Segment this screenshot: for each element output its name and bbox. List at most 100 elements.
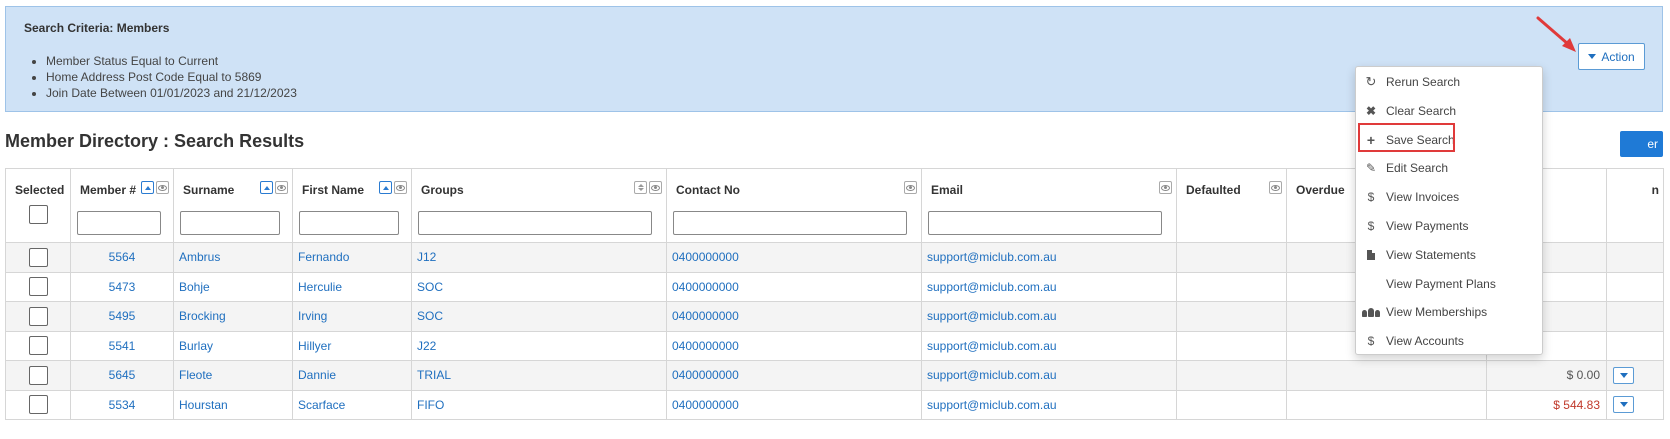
defaulted-cell [1176, 330, 1287, 361]
eye-icon[interactable] [1159, 181, 1172, 194]
row-checkbox[interactable] [29, 277, 48, 297]
first-name-link[interactable]: Fernando [292, 242, 412, 273]
email-link[interactable]: support@miclub.com.au [921, 301, 1177, 332]
menu-item-view-invoices[interactable]: $ View Invoices [1356, 185, 1542, 209]
row-action-cell [1606, 389, 1664, 420]
surname-link[interactable]: Ambrus [173, 242, 293, 273]
menu-item-edit-search[interactable]: ✎ Edit Search [1356, 156, 1542, 180]
menu-item-view-payment-plans[interactable]: View Payment Plans [1356, 272, 1542, 296]
menu-item-view-payments[interactable]: $ View Payments [1356, 214, 1542, 238]
menu-item-label: View Invoices [1386, 190, 1460, 205]
row-select-cell [5, 360, 71, 391]
surname-link[interactable]: Burlay [173, 330, 293, 361]
contact-link[interactable]: 0400000000 [666, 301, 922, 332]
row-action-cell [1606, 242, 1664, 273]
group-link[interactable]: SOC [411, 271, 667, 302]
group-link[interactable]: J12 [411, 242, 667, 273]
first-name-link[interactable]: Irving [292, 301, 412, 332]
row-action-cell [1606, 301, 1664, 332]
sort-asc-icon[interactable] [141, 181, 154, 194]
surname-link[interactable]: Hourstan [173, 389, 293, 420]
sort-asc-icon[interactable] [260, 181, 273, 194]
menu-item-view-accounts[interactable]: $ View Accounts [1356, 329, 1542, 353]
menu-item-label: View Payment Plans [1386, 276, 1496, 291]
menu-item-view-statements[interactable]: View Statements [1356, 243, 1542, 267]
defaulted-cell [1176, 271, 1287, 302]
member-number-link[interactable]: 5564 [70, 242, 174, 273]
eye-icon[interactable] [1269, 181, 1282, 194]
groups-filter-input[interactable] [418, 211, 652, 235]
member-number-link[interactable]: 5534 [70, 389, 174, 420]
row-action-button[interactable] [1613, 366, 1634, 384]
email-link[interactable]: support@miclub.com.au [921, 271, 1177, 302]
eye-icon[interactable] [394, 181, 407, 194]
balance-cell: $ 0.00 [1486, 360, 1607, 391]
row-action-cell [1606, 330, 1664, 361]
email-link[interactable]: support@miclub.com.au [921, 330, 1177, 361]
member-number-filter-input[interactable] [77, 211, 161, 235]
select-all-checkbox[interactable] [29, 205, 48, 224]
surname-link[interactable]: Bohje [173, 271, 293, 302]
primary-button[interactable]: er [1620, 131, 1663, 157]
row-checkbox[interactable] [29, 247, 48, 267]
users-icon [1356, 307, 1386, 317]
eye-icon[interactable] [275, 181, 288, 194]
member-number-link[interactable]: 5495 [70, 301, 174, 332]
first-name-link[interactable]: Herculie [292, 271, 412, 302]
col-defaulted: Defaulted [1176, 168, 1287, 243]
contact-link[interactable]: 0400000000 [666, 271, 922, 302]
menu-item-rerun-search[interactable]: ↻ Rerun Search [1356, 70, 1542, 94]
col-label: Groups [421, 183, 464, 197]
eye-icon[interactable] [156, 181, 169, 194]
member-number-link[interactable]: 5473 [70, 271, 174, 302]
contact-filter-input[interactable] [673, 211, 907, 235]
menu-item-label: Edit Search [1386, 161, 1449, 176]
col-label: Selected [15, 183, 65, 197]
menu-item-label: View Memberships [1386, 305, 1488, 320]
menu-item-view-memberships[interactable]: View Memberships [1356, 300, 1542, 324]
action-dropdown-button[interactable]: Action [1578, 43, 1645, 70]
group-link[interactable]: TRIAL [411, 360, 667, 391]
member-number-link[interactable]: 5541 [70, 330, 174, 361]
email-link[interactable]: support@miclub.com.au [921, 389, 1177, 420]
row-action-cell [1606, 271, 1664, 302]
contact-link[interactable]: 0400000000 [666, 360, 922, 391]
overdue-cell [1286, 360, 1487, 391]
contact-link[interactable]: 0400000000 [666, 389, 922, 420]
page-title: Member Directory : Search Results [5, 131, 305, 151]
group-link[interactable]: J22 [411, 330, 667, 361]
menu-item-save-search[interactable]: + Save Search [1356, 128, 1542, 152]
eye-icon[interactable] [649, 181, 662, 194]
eye-icon[interactable] [904, 181, 917, 194]
sort-icon[interactable] [634, 181, 647, 194]
row-checkbox[interactable] [29, 365, 48, 385]
email-link[interactable]: support@miclub.com.au [921, 360, 1177, 391]
group-link[interactable]: SOC [411, 301, 667, 332]
email-filter-input[interactable] [928, 211, 1162, 235]
row-select-cell [5, 301, 71, 332]
surname-filter-input[interactable] [180, 211, 280, 235]
surname-link[interactable]: Fleote [173, 360, 293, 391]
row-checkbox[interactable] [29, 336, 48, 356]
row-checkbox[interactable] [29, 395, 48, 415]
contact-link[interactable]: 0400000000 [666, 330, 922, 361]
member-number-link[interactable]: 5645 [70, 360, 174, 391]
first-name-link[interactable]: Scarface [292, 389, 412, 420]
email-link[interactable]: support@miclub.com.au [921, 242, 1177, 273]
row-action-button[interactable] [1613, 396, 1634, 414]
menu-item-label: View Statements [1386, 247, 1476, 262]
col-contact-no: Contact No [666, 168, 922, 243]
action-button-label: Action [1601, 49, 1635, 64]
dollar-icon: $ [1367, 219, 1375, 233]
group-link[interactable]: FIFO [411, 389, 667, 420]
first-name-link[interactable]: Dannie [292, 360, 412, 391]
surname-link[interactable]: Brocking [173, 301, 293, 332]
contact-link[interactable]: 0400000000 [666, 242, 922, 273]
first-name-link[interactable]: Hillyer [292, 330, 412, 361]
row-checkbox[interactable] [29, 306, 48, 326]
row-select-cell [5, 389, 71, 420]
sort-asc-icon[interactable] [379, 181, 392, 194]
first-name-filter-input[interactable] [299, 211, 399, 235]
caret-down-icon [1619, 372, 1628, 378]
menu-item-clear-search[interactable]: ✖ Clear Search [1356, 99, 1542, 123]
